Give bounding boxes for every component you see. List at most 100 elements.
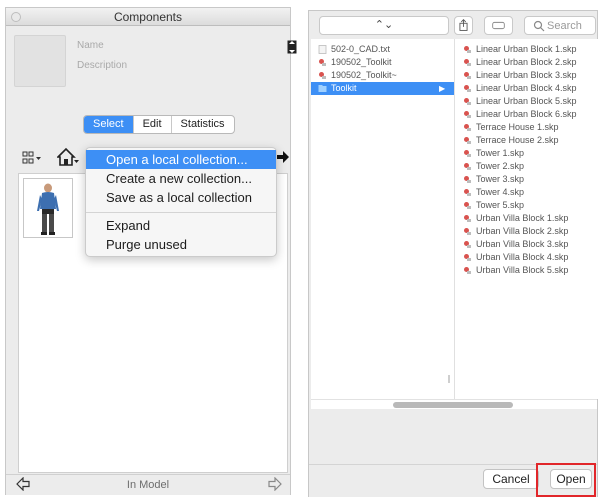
- file-row[interactable]: Tower 2.skp: [455, 160, 598, 173]
- search-placeholder: Search: [547, 20, 582, 32]
- file-name: Linear Urban Block 2.skp: [476, 57, 577, 67]
- file-row[interactable]: Tower 1.skp: [455, 147, 598, 160]
- components-title: Components: [113, 10, 183, 24]
- file-row[interactable]: Linear Urban Block 2.skp: [455, 56, 598, 69]
- component-person-thumbnail[interactable]: [23, 178, 73, 238]
- file-name: Urban Villa Block 1.skp: [476, 213, 569, 223]
- skp-file-icon: [464, 176, 471, 183]
- share-icon[interactable]: [454, 16, 473, 35]
- skp-file-icon: [464, 189, 471, 196]
- components-status-bar: In Model: [6, 474, 290, 495]
- file-name: Terrace House 1.skp: [476, 122, 559, 132]
- collection-menu: Open a local collection... Create a new …: [85, 147, 277, 257]
- file-row[interactable]: Linear Urban Block 3.skp: [455, 69, 598, 82]
- file-name: Terrace House 2.skp: [476, 135, 559, 145]
- home-icon[interactable]: [57, 147, 79, 167]
- tab-statistics[interactable]: Statistics: [172, 116, 234, 133]
- forward-nav-icon[interactable]: [268, 477, 282, 491]
- browser-column-2: Linear Urban Block 1.skp Linear Urban Bl…: [455, 39, 598, 399]
- panel-tabs: Select Edit Statistics: [83, 115, 235, 134]
- skp-file-icon: [464, 137, 471, 144]
- text-file-icon: [318, 45, 327, 54]
- tab-edit[interactable]: Edit: [134, 116, 172, 133]
- view-options-icon[interactable]: [22, 150, 42, 166]
- menu-create-new-collection[interactable]: Create a new collection...: [86, 169, 276, 188]
- file-row[interactable]: Urban Villa Block 2.skp: [455, 225, 598, 238]
- file-name: 502-0_CAD.txt: [331, 44, 391, 54]
- skp-file-icon: [464, 111, 471, 118]
- file-name: 190502_Toolkit~: [331, 70, 397, 80]
- file-name: Urban Villa Block 4.skp: [476, 252, 569, 262]
- skp-file-icon: [464, 85, 471, 92]
- cancel-button[interactable]: Cancel: [483, 469, 539, 489]
- file-row[interactable]: Terrace House 1.skp: [455, 121, 598, 134]
- browser-column-1: 502-0_CAD.txt 190502_Toolkit 190502_Tool…: [311, 39, 455, 409]
- file-name: Linear Urban Block 6.skp: [476, 109, 577, 119]
- skp-file-icon: [464, 72, 471, 79]
- skp-file-icon: [464, 228, 471, 235]
- name-field[interactable]: Name: [77, 40, 104, 51]
- file-row[interactable]: Linear Urban Block 5.skp: [455, 95, 598, 108]
- file-row[interactable]: 502-0_CAD.txt: [311, 43, 454, 56]
- file-row[interactable]: Linear Urban Block 4.skp: [455, 82, 598, 95]
- folder-row-toolkit[interactable]: Toolkit ▶: [311, 82, 454, 95]
- menu-expand[interactable]: Expand: [86, 216, 276, 235]
- file-name: Tower 2.skp: [476, 161, 525, 171]
- file-name: Tower 1.skp: [476, 148, 525, 158]
- file-name: Tower 3.skp: [476, 174, 525, 184]
- menu-open-local-collection[interactable]: Open a local collection...: [86, 150, 276, 169]
- file-name: 190502_Toolkit: [331, 57, 392, 67]
- file-name: Urban Villa Block 2.skp: [476, 226, 569, 236]
- skp-file-icon: [464, 215, 471, 222]
- menu-purge-unused[interactable]: Purge unused: [86, 235, 276, 254]
- file-row[interactable]: Linear Urban Block 6.skp: [455, 108, 598, 121]
- skp-file-icon: [464, 150, 471, 157]
- search-field[interactable]: Search: [524, 16, 596, 35]
- file-name: Urban Villa Block 3.skp: [476, 239, 569, 249]
- file-row[interactable]: 190502_Toolkit: [311, 56, 454, 69]
- file-row[interactable]: Urban Villa Block 5.skp: [455, 264, 598, 277]
- file-name: Linear Urban Block 4.skp: [476, 83, 577, 93]
- file-row[interactable]: Urban Villa Block 1.skp: [455, 212, 598, 225]
- file-row[interactable]: Urban Villa Block 4.skp: [455, 251, 598, 264]
- file-row[interactable]: Urban Villa Block 3.skp: [455, 238, 598, 251]
- component-preview: [14, 35, 66, 87]
- details-toggle-icon[interactable]: [287, 40, 297, 54]
- skp-file-icon: [464, 241, 471, 248]
- skp-file-icon: [464, 59, 471, 66]
- skp-file-icon: [319, 72, 326, 79]
- description-field[interactable]: Description: [77, 60, 127, 71]
- menu-save-as-local-collection[interactable]: Save as a local collection: [86, 188, 276, 207]
- file-name: Tower 4.skp: [476, 187, 525, 197]
- menu-separator: [86, 212, 276, 213]
- column-resize-handle[interactable]: [448, 375, 450, 383]
- components-title-bar: Components: [6, 8, 290, 26]
- skp-file-icon: [464, 202, 471, 209]
- person-figure-icon: [37, 183, 59, 235]
- tag-icon[interactable]: [484, 16, 513, 35]
- skp-file-icon: [464, 267, 471, 274]
- tab-select[interactable]: Select: [84, 116, 134, 133]
- skp-file-icon: [464, 254, 471, 261]
- file-name: Linear Urban Block 1.skp: [476, 44, 577, 54]
- path-popup-symbol: ⌃⌄: [374, 19, 394, 31]
- skp-file-icon: [319, 59, 326, 66]
- horizontal-scroll-thumb[interactable]: [393, 402, 513, 408]
- folder-icon: [318, 85, 327, 92]
- skp-file-icon: [464, 163, 471, 170]
- file-name: Linear Urban Block 3.skp: [476, 70, 577, 80]
- file-row[interactable]: Terrace House 2.skp: [455, 134, 598, 147]
- file-row[interactable]: Tower 3.skp: [455, 173, 598, 186]
- file-row[interactable]: Linear Urban Block 1.skp: [455, 43, 598, 56]
- skp-file-icon: [464, 124, 471, 131]
- file-browser: ⌃⌄ Search 502-0_CAD.txt 190502_Toolkit 1…: [308, 10, 598, 497]
- forward-arrow-icon[interactable]: [275, 149, 289, 165]
- file-row[interactable]: Tower 4.skp: [455, 186, 598, 199]
- chevron-right-icon: ▶: [439, 84, 446, 93]
- path-popup[interactable]: ⌃⌄: [319, 16, 449, 35]
- file-row[interactable]: 190502_Toolkit~: [311, 69, 454, 82]
- folder-name: Toolkit: [331, 83, 357, 93]
- file-row[interactable]: Tower 5.skp: [455, 199, 598, 212]
- open-button-highlight: [536, 463, 596, 497]
- skp-file-icon: [464, 98, 471, 105]
